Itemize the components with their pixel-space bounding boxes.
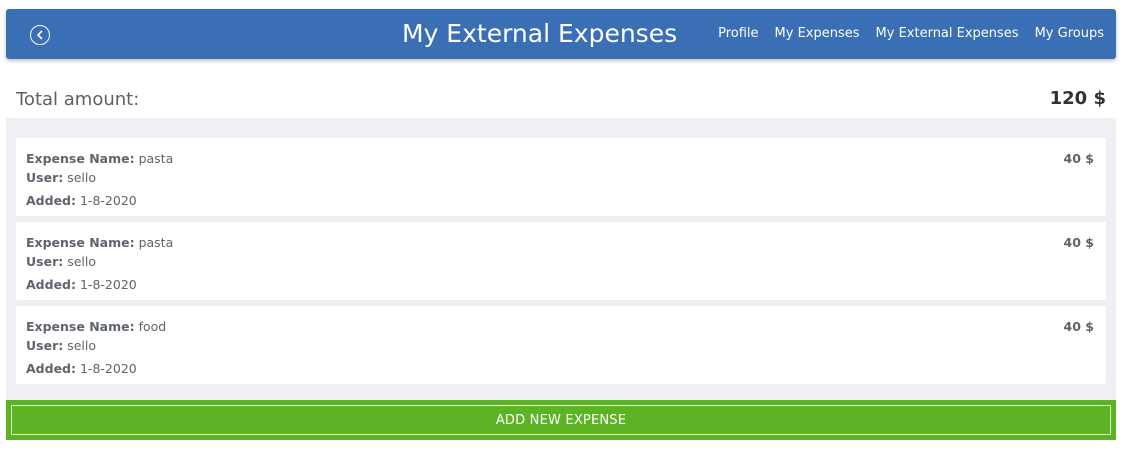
expense-name-label: Expense Name: <box>26 319 135 334</box>
expense-user-label: User: <box>26 338 64 353</box>
expense-amount: 40 $ <box>1063 235 1094 250</box>
app-header: My External Expenses Profile My Expenses… <box>6 9 1116 59</box>
expense-added-line: Added: 1-8-2020 <box>26 193 137 208</box>
expense-name-label: Expense Name: <box>26 235 135 250</box>
expense-name-value: food <box>138 319 167 334</box>
expense-list: Expense Name: pasta User: sello Added: 1… <box>6 118 1116 400</box>
circle-arrow-left-icon <box>37 30 43 40</box>
expense-user-value: sello <box>67 254 97 269</box>
expense-user-label: User: <box>26 254 64 269</box>
total-value: 120 $ <box>1049 88 1106 109</box>
expense-added-value: 1-8-2020 <box>79 361 137 376</box>
expense-user-line: User: sello <box>26 254 96 269</box>
expense-user-value: sello <box>67 338 97 353</box>
add-new-expense-button[interactable]: ADD NEW EXPENSE <box>11 405 1111 435</box>
expense-added-value: 1-8-2020 <box>79 277 137 292</box>
expense-user-label: User: <box>26 170 64 185</box>
expense-name-label: Expense Name: <box>26 151 135 166</box>
list-item[interactable]: Expense Name: pasta User: sello Added: 1… <box>16 138 1106 216</box>
expense-name-value: pasta <box>138 151 174 166</box>
expense-user-line: User: sello <box>26 170 96 185</box>
expense-name-line: Expense Name: pasta <box>26 235 173 250</box>
page-title: My External Expenses <box>402 19 678 48</box>
list-item[interactable]: Expense Name: food User: sello Added: 1-… <box>16 306 1106 384</box>
back-button[interactable] <box>30 25 50 45</box>
expense-user-value: sello <box>67 170 97 185</box>
expense-added-value: 1-8-2020 <box>79 193 137 208</box>
expense-amount: 40 $ <box>1063 151 1094 166</box>
expense-added-line: Added: 1-8-2020 <box>26 361 137 376</box>
top-nav: Profile My Expenses My External Expenses… <box>702 26 1104 41</box>
total-label: Total amount: <box>16 89 140 110</box>
nav-item-my-groups[interactable]: My Groups <box>1035 26 1104 41</box>
expense-name-line: Expense Name: food <box>26 319 166 334</box>
nav-item-my-expenses[interactable]: My Expenses <box>775 26 860 41</box>
expense-added-line: Added: 1-8-2020 <box>26 277 137 292</box>
total-summary: Total amount: 120 $ <box>6 80 1116 118</box>
expense-added-label: Added: <box>26 277 76 292</box>
expense-added-label: Added: <box>26 361 76 376</box>
expense-name-line: Expense Name: pasta <box>26 151 173 166</box>
expense-user-line: User: sello <box>26 338 96 353</box>
add-expense-bar: ADD NEW EXPENSE <box>6 400 1116 440</box>
expense-name-value: pasta <box>138 235 174 250</box>
nav-item-my-external-expenses[interactable]: My External Expenses <box>876 26 1019 41</box>
list-item[interactable]: Expense Name: pasta User: sello Added: 1… <box>16 222 1106 300</box>
expense-amount: 40 $ <box>1063 319 1094 334</box>
expense-added-label: Added: <box>26 193 76 208</box>
nav-item-profile[interactable]: Profile <box>718 26 758 41</box>
